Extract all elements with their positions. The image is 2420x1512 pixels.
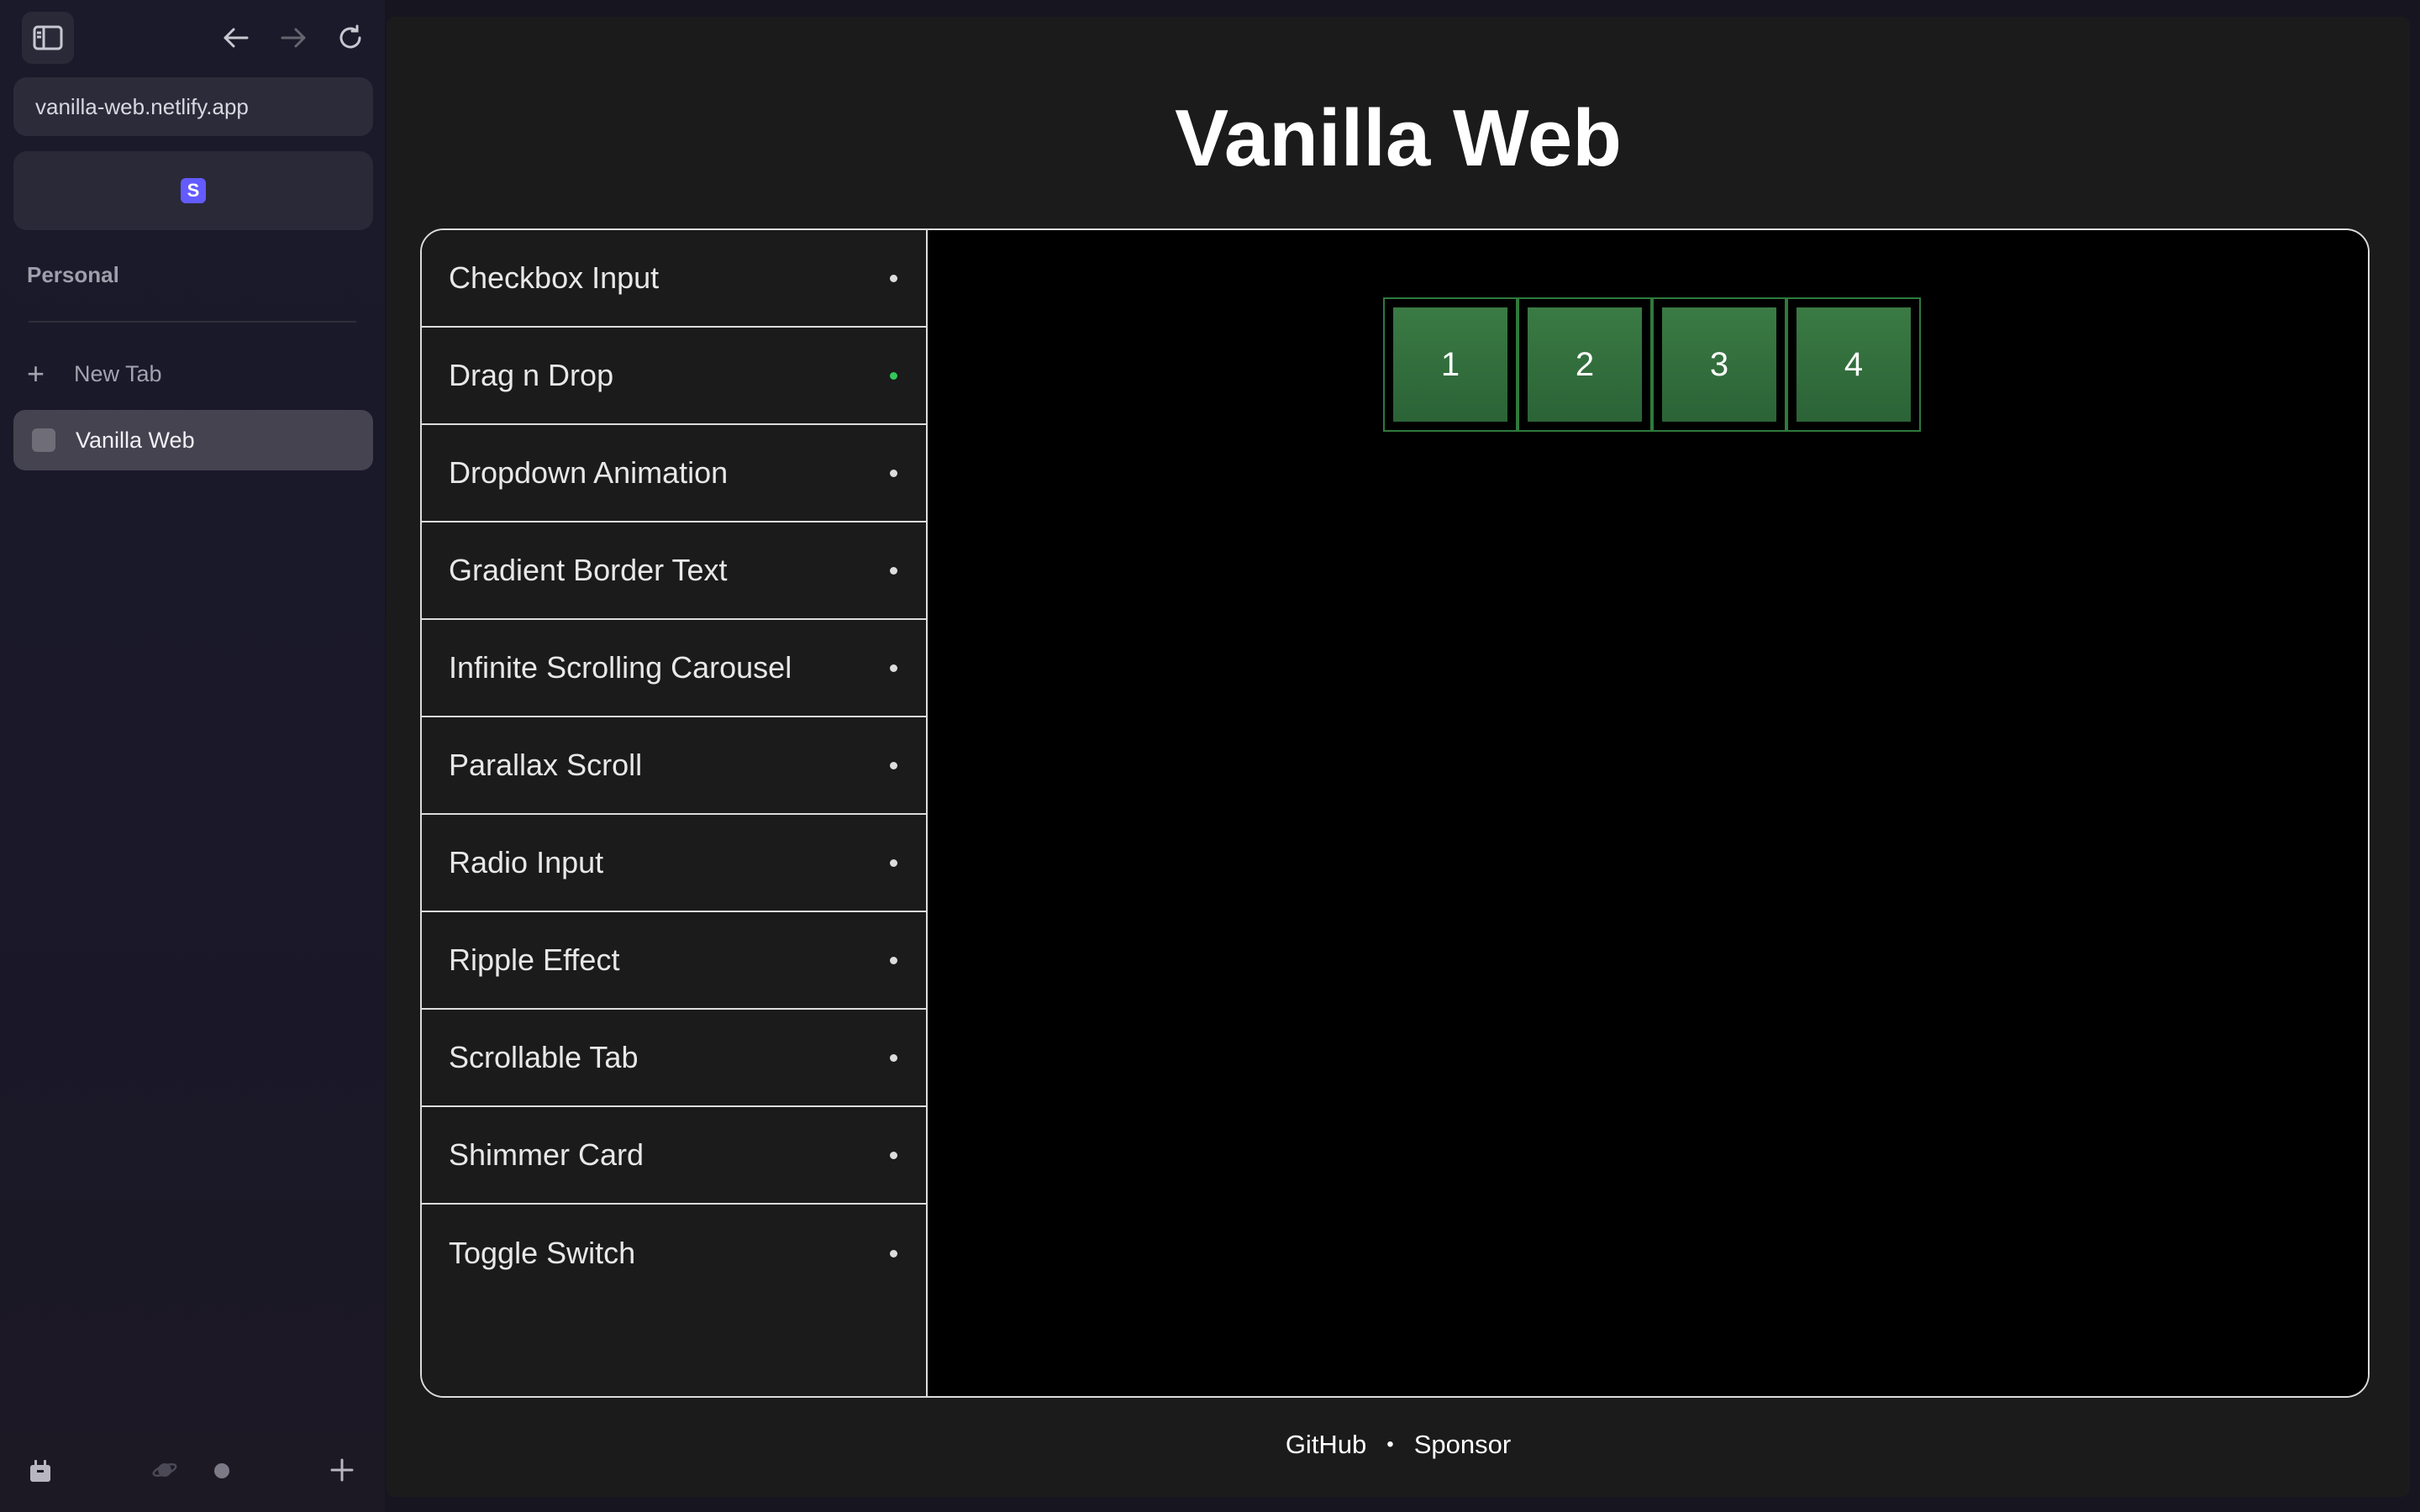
url-bar[interactable]: vanilla-web.netlify.app <box>13 77 373 136</box>
drop-slot: 2 <box>1518 297 1652 432</box>
status-dot-icon <box>890 469 897 477</box>
demo-item-label: Radio Input <box>449 845 604 879</box>
status-dot-icon <box>890 1249 897 1257</box>
demo-list-item[interactable]: Shimmer Card <box>422 1107 926 1205</box>
drop-slot: 1 <box>1383 297 1518 432</box>
draggable-card[interactable]: 3 <box>1662 307 1776 422</box>
plus-icon[interactable] <box>329 1445 355 1495</box>
demo-item-label: Dropdown Animation <box>449 455 729 490</box>
status-dot-icon <box>890 956 897 964</box>
demo-item-label: Infinite Scrolling Carousel <box>449 650 792 685</box>
reload-icon[interactable] <box>329 17 371 59</box>
demo-item-label: Toggle Switch <box>449 1236 636 1270</box>
sidebar-divider <box>29 321 356 323</box>
sidebar-icon[interactable] <box>22 12 74 64</box>
demo-item-label: Gradient Border Text <box>449 553 728 587</box>
planet-icon[interactable] <box>148 1445 182 1495</box>
status-dot-icon <box>890 566 897 575</box>
tab-label: Vanilla Web <box>76 427 195 453</box>
space-label: Personal <box>27 262 119 287</box>
arrow-left-icon[interactable] <box>215 17 257 59</box>
footer: GitHub • Sponsor <box>387 1430 2410 1460</box>
sponsor-link[interactable]: Sponsor <box>1414 1430 1511 1460</box>
demo-list-item[interactable]: Dropdown Animation <box>422 425 926 522</box>
status-dot-icon <box>890 761 897 769</box>
demo-list-item[interactable]: Scrollable Tab <box>422 1010 926 1107</box>
tab-vanilla-web[interactable]: Vanilla Web <box>13 410 373 470</box>
tab-favicon-icon <box>32 428 55 452</box>
drop-slot: 3 <box>1652 297 1786 432</box>
demo-item-label: Drag n Drop <box>449 358 614 392</box>
demo-list-item[interactable]: Infinite Scrolling Carousel <box>422 620 926 717</box>
demo-container: Checkbox Input Drag n Drop Dropdown Animat… <box>420 228 2370 1398</box>
space-dot-icon[interactable] <box>214 1463 229 1478</box>
demo-list-item[interactable]: Gradient Border Text <box>422 522 926 620</box>
web-page: Vanilla Web Checkbox Input Drag n Drop Dro… <box>387 17 2410 1497</box>
demo-preview: 1234 <box>929 230 2368 1396</box>
plus-icon: + <box>27 356 45 391</box>
drop-slot: 4 <box>1786 297 1921 432</box>
demo-list-item[interactable]: Ripple Effect <box>422 912 926 1010</box>
status-dot-icon <box>890 274 897 282</box>
status-dot-icon <box>890 664 897 672</box>
demo-item-label: Scrollable Tab <box>449 1040 639 1074</box>
footer-separator: • <box>1386 1433 1394 1456</box>
new-tab-label: New Tab <box>74 360 162 386</box>
pinned-tabs: S <box>13 151 373 230</box>
new-tab-button[interactable]: + New Tab <box>27 353 162 395</box>
draggable-card[interactable]: 2 <box>1528 307 1642 422</box>
demo-item-label: Shimmer Card <box>449 1137 644 1172</box>
url-text: vanilla-web.netlify.app <box>35 93 249 119</box>
demo-item-label: Checkbox Input <box>449 260 660 295</box>
page-title: Vanilla Web <box>1175 93 1622 183</box>
archive-icon[interactable] <box>24 1445 57 1495</box>
arrow-right-icon[interactable] <box>272 17 314 59</box>
demo-item-label: Parallax Scroll <box>449 748 643 782</box>
status-dot-icon <box>890 858 897 867</box>
demo-list-item[interactable]: Checkbox Input <box>422 230 926 328</box>
demo-list-item[interactable]: Parallax Scroll <box>422 717 926 815</box>
sidebar-toolbar <box>0 0 385 77</box>
drag-drop-row: 1234 <box>1383 297 1921 432</box>
sidebar-bottom-bar <box>0 1445 385 1495</box>
draggable-card[interactable]: 1 <box>1393 307 1507 422</box>
demo-list: Checkbox Input Drag n Drop Dropdown Animat… <box>422 230 928 1396</box>
demo-item-label: Ripple Effect <box>449 942 620 977</box>
status-dot-icon <box>890 371 897 380</box>
status-dot-icon <box>890 1053 897 1062</box>
pinned-tab-favicon[interactable]: S <box>181 178 206 203</box>
demo-list-item[interactable]: Toggle Switch <box>422 1205 926 1302</box>
github-link[interactable]: GitHub <box>1286 1430 1366 1460</box>
browser-sidebar: vanilla-web.netlify.app S Personal + New… <box>0 0 385 1512</box>
status-dot-icon <box>890 1151 897 1159</box>
demo-list-item[interactable]: Radio Input <box>422 815 926 912</box>
draggable-card[interactable]: 4 <box>1797 307 1911 422</box>
demo-list-item[interactable]: Drag n Drop <box>422 328 926 425</box>
